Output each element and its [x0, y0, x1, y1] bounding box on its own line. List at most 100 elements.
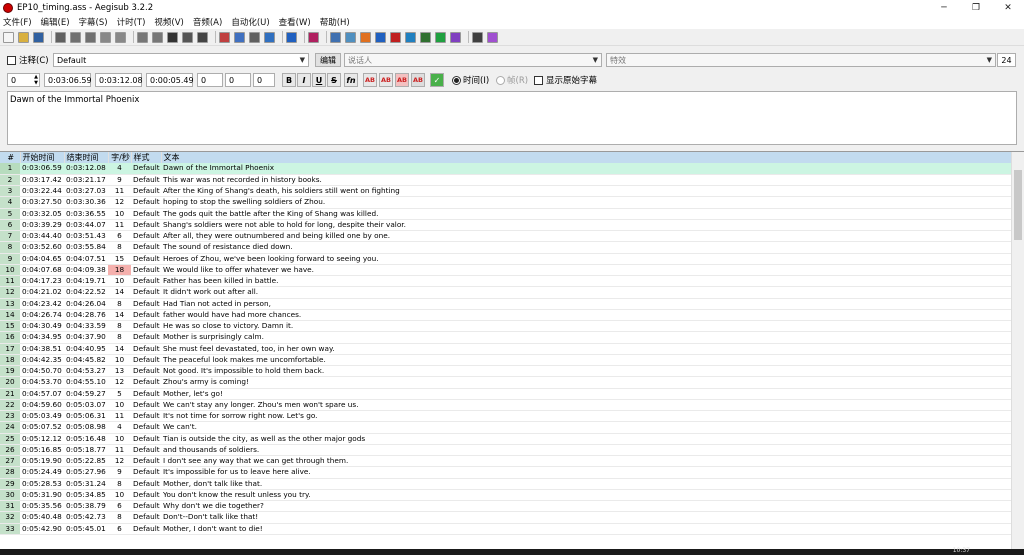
styles-icon[interactable]: [152, 31, 163, 43]
new-file-icon[interactable]: [3, 31, 14, 43]
time-radio[interactable]: 时间(I): [452, 73, 489, 87]
underline-button[interactable]: U: [312, 73, 326, 87]
spinner-arrows-icon[interactable]: ▲ ▼: [34, 74, 38, 86]
menu-item[interactable]: 视频(V): [154, 16, 183, 28]
margin-vertical-field[interactable]: 0: [253, 73, 275, 87]
subtitle-row[interactable]: 5 0:03:32.05 0:03:36.55 10 Default The gods q…: [0, 208, 1011, 220]
subtitle-row[interactable]: 24 0:05:07.52 0:05:08.98 4 Default We can't.: [0, 421, 1011, 434]
duration-field[interactable]: 0:00:05.49: [146, 73, 194, 87]
options-icon[interactable]: [472, 31, 483, 43]
subtitle-row[interactable]: 33 0:05:42.90 0:05:45.01 6 Default Mother, I …: [0, 523, 1011, 535]
subtitle-row[interactable]: 10 0:04:07.68 0:04:09.38 18 Default We would …: [0, 264, 1011, 277]
subtitle-row[interactable]: 31 0:05:35.56 0:05:38.79 6 Default Why don't …: [0, 500, 1011, 513]
margin-left-field[interactable]: 0: [197, 73, 223, 87]
subtitle-row[interactable]: 9 0:04:04.65 0:04:07.51 15 Default Heroes of …: [0, 253, 1011, 265]
menu-item[interactable]: 编辑(E): [41, 16, 70, 28]
comment-checkbox-box[interactable]: [7, 55, 16, 65]
save-icon[interactable]: [33, 31, 44, 43]
end-time-field[interactable]: 0:03:12.08: [95, 73, 143, 87]
margin-right-field[interactable]: 0: [225, 73, 251, 87]
subtitle-row[interactable]: 2 0:03:17.42 0:03:21.17 9 Default This war wa…: [0, 174, 1011, 187]
scrollbar-thumb[interactable]: [1014, 170, 1022, 240]
grid-scrollbar[interactable]: [1011, 152, 1024, 549]
subtitle-row[interactable]: 23 0:05:03.49 0:05:06.31 11 Default It's not …: [0, 410, 1011, 423]
open-file-icon[interactable]: [18, 31, 29, 43]
shift-times-icon[interactable]: [330, 31, 341, 43]
paste-icon[interactable]: [115, 31, 126, 43]
edit-style-button[interactable]: 编辑: [315, 53, 341, 67]
subtitle-row[interactable]: 21 0:04:57.07 0:04:59.27 5 Default Mother, le…: [0, 388, 1011, 400]
subtitle-row[interactable]: 11 0:04:17.23 0:04:19.71 10 Default Father ha…: [0, 275, 1011, 288]
menu-item[interactable]: 字幕(S): [79, 16, 108, 28]
replace-icon[interactable]: [85, 31, 96, 43]
subtitle-row[interactable]: 4 0:03:27.50 0:03:30.36 12 Default hoping to …: [0, 196, 1011, 209]
show-original-checkbox[interactable]: 显示原始字幕: [534, 73, 597, 87]
layer-spinner[interactable]: 0 ▲ ▼: [7, 73, 40, 87]
aegisub-logo-icon[interactable]: [308, 31, 319, 43]
subtitle-row[interactable]: 6 0:03:39.29 0:03:44.07 11 Default Shang's so…: [0, 219, 1011, 232]
snap-start-icon[interactable]: [375, 31, 386, 43]
spellcheck-icon[interactable]: [219, 31, 230, 43]
close-button[interactable]: ✕: [992, 0, 1024, 15]
maximize-button[interactable]: ❐: [960, 0, 992, 15]
resample-icon[interactable]: [182, 31, 193, 43]
subtitle-row[interactable]: 22 0:04:59.60 0:05:03.07 10 Default We can't …: [0, 399, 1011, 412]
check-tool-icon[interactable]: [435, 31, 446, 43]
subtitle-grid[interactable]: # 开始时间 结束时间 字/秒 样式 文本 1 0:03:06.59 0:03:12.08 4 D…: [0, 151, 1024, 549]
bold-button[interactable]: B: [282, 73, 296, 87]
automation-icon[interactable]: [286, 31, 297, 43]
subtitle-row[interactable]: 1 0:03:06.59 0:03:12.08 4 Default Dawn of the…: [0, 163, 1011, 175]
translate-icon[interactable]: [234, 31, 245, 43]
subtitle-row[interactable]: 15 0:04:30.49 0:04:33.59 8 Default He was so …: [0, 320, 1011, 333]
comment-checkbox[interactable]: 注释(C): [7, 53, 49, 67]
italic-button[interactable]: I: [297, 73, 311, 87]
clock-icon[interactable]: [405, 31, 416, 43]
jump-icon[interactable]: [55, 31, 66, 43]
subtitle-row[interactable]: 25 0:05:12.12 0:05:16.48 10 Default Tian is o…: [0, 433, 1011, 445]
keyframe-icon[interactable]: [450, 31, 461, 43]
copy-icon[interactable]: [100, 31, 111, 43]
actor-combo[interactable]: 说话人 ▼: [344, 53, 602, 67]
menu-item[interactable]: 查看(W): [279, 16, 311, 28]
hotkeys-icon[interactable]: [487, 31, 498, 43]
font-button[interactable]: fn: [344, 73, 358, 87]
menu-item[interactable]: 计时(T): [117, 16, 146, 28]
frame-radio-dot[interactable]: [496, 75, 505, 85]
subtitle-row[interactable]: 19 0:04:50.70 0:04:53.27 13 Default Not good.…: [0, 365, 1011, 378]
subtitle-row[interactable]: 7 0:03:44.40 0:03:51.43 6 Default After all, …: [0, 230, 1011, 243]
frame-radio[interactable]: 帧(R): [496, 73, 528, 87]
subtitle-row[interactable]: 13 0:04:23.42 0:04:26.04 8 Default Had Tian n…: [0, 298, 1011, 310]
shadow-color-button[interactable]: AB: [411, 73, 425, 87]
outline-color-button[interactable]: AB: [395, 73, 409, 87]
menu-item[interactable]: 文件(F): [3, 16, 32, 28]
effect-combo[interactable]: 特效 ▼: [606, 53, 996, 67]
subtitle-row[interactable]: 27 0:05:19.90 0:05:22.85 12 Default I don't s…: [0, 455, 1011, 468]
primary-color-button[interactable]: AB: [363, 73, 377, 87]
subtitle-row[interactable]: 18 0:04:42.35 0:04:45.82 10 Default The peace…: [0, 354, 1011, 367]
subtitle-row[interactable]: 30 0:05:31.90 0:05:34.85 10 Default You don't…: [0, 489, 1011, 502]
menu-item[interactable]: 音频(A): [193, 16, 222, 28]
subtitle-row[interactable]: 17 0:04:38.51 0:04:40.95 14 Default She must …: [0, 343, 1011, 355]
time-radio-dot[interactable]: [452, 75, 461, 85]
commit-button[interactable]: ✓: [430, 73, 444, 87]
subtitle-row[interactable]: 29 0:05:28.53 0:05:31.24 8 Default Mother, do…: [0, 478, 1011, 490]
snap-end-icon[interactable]: [390, 31, 401, 43]
find-icon[interactable]: [70, 31, 81, 43]
subtitle-row[interactable]: 16 0:04:34.95 0:04:37.90 8 Default Mother is …: [0, 331, 1011, 344]
menu-item[interactable]: 自动化(U): [231, 16, 269, 28]
attachments-icon[interactable]: [167, 31, 178, 43]
subtitle-row[interactable]: 8 0:03:52.60 0:03:55.84 8 Default The sound o…: [0, 241, 1011, 254]
show-original-checkbox-box[interactable]: [534, 75, 543, 85]
properties-icon[interactable]: [137, 31, 148, 43]
subtitle-row[interactable]: 20 0:04:53.70 0:04:55.10 12 Default Zhou's ar…: [0, 376, 1011, 389]
strikeout-button[interactable]: S: [327, 73, 341, 87]
tag-icon[interactable]: [249, 31, 260, 43]
style-dropdown[interactable]: Default ▼: [53, 53, 309, 67]
kanji-timer-icon[interactable]: [360, 31, 371, 43]
subtitle-row[interactable]: 32 0:05:40.48 0:05:42.73 8 Default Don't--Don…: [0, 511, 1011, 524]
video-frame-icon[interactable]: [420, 31, 431, 43]
subtitle-text-editor[interactable]: Dawn of the Immortal Phoenix: [7, 91, 1017, 145]
minimize-button[interactable]: ─: [928, 0, 960, 15]
subtitle-row[interactable]: 26 0:05:16.85 0:05:18.77 11 Default and thous…: [0, 444, 1011, 457]
subtitle-row[interactable]: 3 0:03:22.44 0:03:27.03 11 Default After the …: [0, 185, 1011, 198]
